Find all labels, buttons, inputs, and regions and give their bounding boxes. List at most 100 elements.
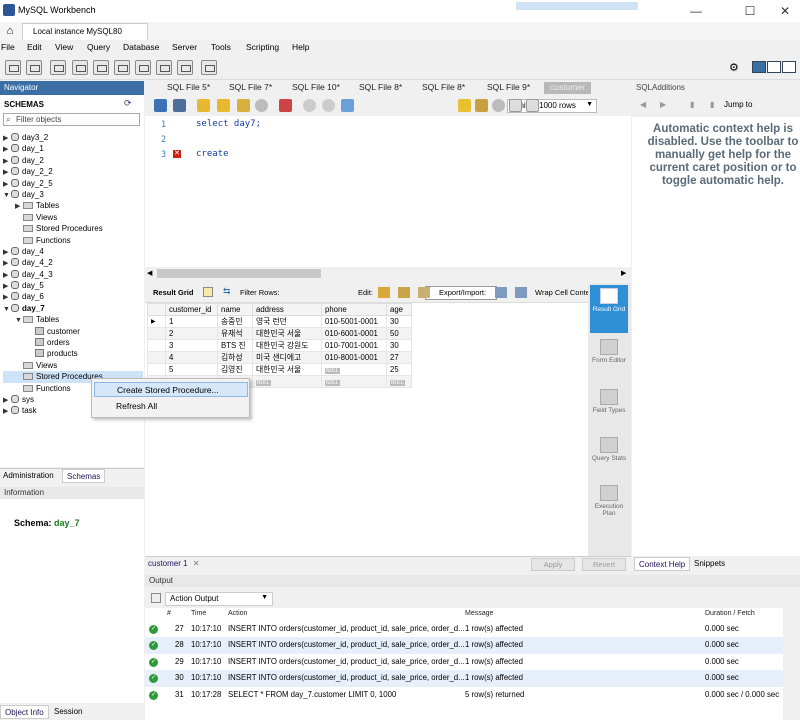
- table-cell[interactable]: 27: [386, 351, 412, 364]
- wrap-lines-icon[interactable]: [526, 99, 539, 112]
- output-row[interactable]: ✓ 29 10:17:10 INSERT INTO orders(customer_i…: [145, 654, 783, 670]
- open-file-icon[interactable]: [154, 99, 167, 112]
- tab-sql-file-8b[interactable]: SQL File 8*: [422, 82, 465, 92]
- refresh-schemas-icon[interactable]: ⟳: [124, 98, 132, 109]
- tree-item[interactable]: ▶ day_5: [3, 280, 143, 291]
- execute-current-icon[interactable]: [217, 99, 230, 112]
- column-header[interactable]: phone: [321, 303, 387, 316]
- column-header[interactable]: address: [252, 303, 322, 316]
- expand-arrow-icon[interactable]: ▶: [3, 281, 11, 292]
- forward-icon[interactable]: ▶: [660, 100, 666, 109]
- edit-row-icon[interactable]: [378, 287, 390, 298]
- tree-item[interactable]: products: [3, 348, 143, 359]
- tab-snippets[interactable]: Snippets: [694, 559, 725, 568]
- maximize-button[interactable]: ☐: [735, 2, 765, 20]
- inspector-icon[interactable]: [50, 60, 66, 75]
- table-cell[interactable]: 유재석: [217, 327, 253, 340]
- table-cell[interactable]: 30: [386, 315, 412, 328]
- explain-icon[interactable]: [237, 99, 250, 112]
- help-toggle-icon[interactable]: ▮: [690, 100, 694, 109]
- reconnect-icon[interactable]: [201, 60, 217, 75]
- menu-query[interactable]: Query: [87, 42, 110, 52]
- column-header[interactable]: customer_id: [165, 303, 218, 316]
- tab-sql-file-7[interactable]: SQL File 7*: [229, 82, 272, 92]
- table-cell[interactable]: 영국 런던: [252, 315, 322, 328]
- expand-arrow-icon[interactable]: ▶: [3, 179, 11, 190]
- menu-server[interactable]: Server: [172, 42, 197, 52]
- insert-row-icon[interactable]: [398, 287, 410, 298]
- result-grid-view-button[interactable]: Result Grid: [590, 285, 628, 333]
- save-icon[interactable]: [173, 99, 186, 112]
- tab-sql-file-8a[interactable]: SQL File 8*: [359, 82, 402, 92]
- revert-button[interactable]: Revert: [582, 558, 626, 571]
- row-header[interactable]: ▶: [147, 315, 166, 328]
- tab-administration[interactable]: Administration: [3, 471, 54, 480]
- field-types-button[interactable]: Field Types: [590, 389, 628, 414]
- table-row[interactable]: 3 BTS 진 대한민국 강원도 010-7001-0001 30: [147, 339, 412, 352]
- scroll-left-icon[interactable]: ◀: [147, 269, 152, 277]
- expand-arrow-icon[interactable]: ▶: [3, 133, 11, 144]
- menu-edit[interactable]: Edit: [27, 42, 42, 52]
- expand-arrow-icon[interactable]: ▶: [3, 270, 11, 281]
- table-cell[interactable]: 5: [165, 363, 218, 376]
- execute-icon[interactable]: [197, 99, 210, 112]
- search-table-data-icon[interactable]: [177, 60, 193, 75]
- tree-item[interactable]: Stored Procedures: [3, 223, 143, 234]
- collapse-arrow-icon[interactable]: ▼: [3, 190, 11, 201]
- export-icon[interactable]: [495, 287, 507, 298]
- scrollbar-thumb[interactable]: [157, 269, 321, 278]
- table-row[interactable]: 4 김하성 미국 샌디에고 010-8001-0001 27: [147, 351, 412, 364]
- output-vertical-scrollbar[interactable]: [783, 608, 800, 720]
- expand-arrow-icon[interactable]: ▶: [15, 201, 23, 212]
- expand-arrow-icon[interactable]: ▶: [3, 292, 11, 303]
- table-cell[interactable]: 30: [386, 339, 412, 352]
- menu-database[interactable]: Database: [123, 42, 159, 52]
- invisible-chars-icon[interactable]: [509, 99, 522, 112]
- output-type-select[interactable]: Action Output ▼: [165, 592, 273, 606]
- tree-item[interactable]: ▶ day_4: [3, 246, 143, 257]
- apply-button[interactable]: Apply: [531, 558, 575, 571]
- execution-plan-button[interactable]: Execution Plan: [590, 485, 628, 517]
- tab-schemas[interactable]: Schemas: [62, 469, 106, 483]
- table-cell[interactable]: 010-5001-0001: [321, 315, 387, 328]
- close-tab-icon[interactable]: ✕: [193, 559, 200, 568]
- toggle-output-icon[interactable]: [767, 61, 781, 73]
- stop-icon[interactable]: [255, 99, 268, 112]
- home-icon[interactable]: ⌂: [2, 24, 18, 38]
- table-cell[interactable]: 010-8001-0001: [321, 351, 387, 364]
- tab-context-help[interactable]: Context Help: [634, 557, 691, 571]
- table-cell[interactable]: 010-7001-0001: [321, 339, 387, 352]
- tree-item[interactable]: orders: [3, 337, 143, 348]
- menu-help[interactable]: Help: [292, 42, 309, 52]
- tree-item[interactable]: ▼ day_3: [3, 189, 143, 200]
- table-row[interactable]: 5 김영진 대한민국 서울 NULL 25: [147, 363, 412, 376]
- row-header[interactable]: [147, 339, 166, 352]
- column-header[interactable]: age: [386, 303, 412, 316]
- tab-sql-file-5[interactable]: SQL File 5*: [167, 82, 210, 92]
- output-row[interactable]: ✓ 31 10:17:28 SELECT * FROM day_7.customer …: [145, 687, 783, 703]
- table-cell[interactable]: 50: [386, 327, 412, 340]
- form-editor-button[interactable]: Form Editor: [590, 339, 628, 364]
- column-header[interactable]: name: [217, 303, 253, 316]
- table-cell[interactable]: NULL: [321, 363, 387, 376]
- expand-arrow-icon[interactable]: ▶: [3, 144, 11, 155]
- tree-item[interactable]: ▶ day_2_2: [3, 166, 143, 177]
- table-cell[interactable]: 3: [165, 339, 218, 352]
- table-cell[interactable]: 대한민국 강원도: [252, 339, 322, 352]
- query-stats-button[interactable]: Query Stats: [590, 437, 628, 462]
- copy-icon[interactable]: [151, 593, 161, 603]
- result-tab[interactable]: customer 1 ✕: [148, 559, 200, 568]
- back-icon[interactable]: ◀: [640, 100, 646, 109]
- expand-arrow-icon[interactable]: ▶: [3, 395, 11, 406]
- bookmark-icon[interactable]: [458, 99, 471, 112]
- open-sql-script-icon[interactable]: [26, 60, 42, 75]
- create-function-icon[interactable]: [156, 60, 172, 75]
- error-marker-icon[interactable]: ✕: [173, 150, 181, 158]
- sql-editor[interactable]: 1 select day7; 2 3 ✕ create: [145, 116, 631, 267]
- tree-item[interactable]: ▶ day3_2: [3, 132, 143, 143]
- output-row[interactable]: ✓ 28 10:17:10 INSERT INTO orders(customer_i…: [145, 637, 783, 654]
- expand-arrow-icon[interactable]: ▶: [3, 258, 11, 269]
- table-cell[interactable]: 송중민: [217, 315, 253, 328]
- tree-item[interactable]: ▶ day_1: [3, 143, 143, 154]
- menu-view[interactable]: View: [55, 42, 73, 52]
